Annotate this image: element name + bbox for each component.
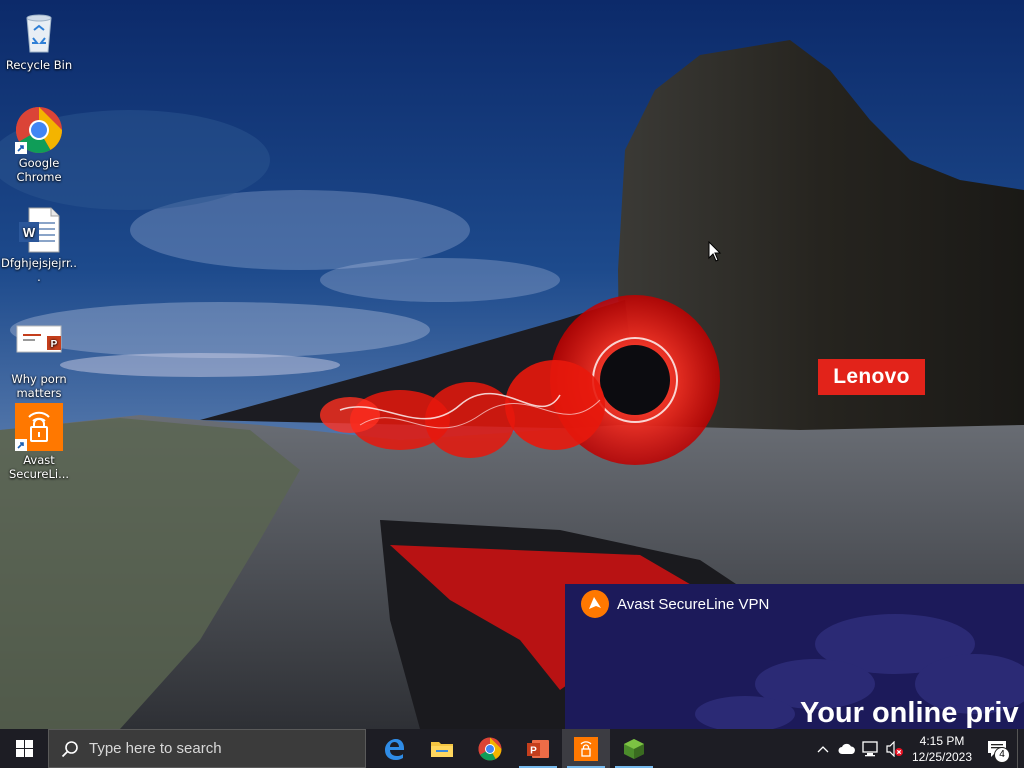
tray-onedrive[interactable] [835,729,859,768]
svg-text:P: P [530,745,537,756]
tray-network[interactable] [859,729,883,768]
system-tray: 4:15 PM 12/25/2023 4 [811,729,1024,768]
desktop-icon-google-chrome[interactable]: Google Chrome [0,106,78,184]
desktop: Recycle Bin Google Chrome W Dfghjejsjejr… [0,0,1024,768]
desktop-icon-label: Recycle Bin [5,58,73,72]
taskbar-clock[interactable]: 4:15 PM 12/25/2023 [907,729,977,768]
word-document-icon: W [15,206,63,254]
edge-icon [385,738,404,760]
taskbar-app-minecraft[interactable] [610,729,658,768]
powerpoint-document-icon: P [15,322,63,370]
taskbar: P [0,729,1024,768]
powerpoint-icon: P [527,739,549,758]
desktop-icon-avast-secureline[interactable]: Avast SecureLi... [0,403,78,481]
svg-text:P: P [51,339,58,350]
svg-text:W: W [23,225,36,240]
taskbar-spacer [658,729,811,768]
tray-volume[interactable] [883,729,907,768]
desktop-icon-word-document[interactable]: W Dfghjejsjejrr... [0,206,78,284]
avast-secureline-icon [574,736,598,761]
taskbar-app-powerpoint[interactable]: P [514,729,562,768]
desktop-icon-label: Why porn matters [11,372,67,400]
chevron-up-icon [817,745,829,752]
desktop-icon-label: Google Chrome [16,156,62,184]
volume-muted-icon [886,740,903,757]
vpn-headline: Your online priv [800,697,1019,729]
taskbar-search-box[interactable] [48,729,366,768]
green-cube-icon [624,738,644,759]
windows-logo-icon [15,740,33,757]
taskbar-app-file-explorer[interactable] [418,729,466,768]
taskbar-app-edge[interactable] [370,729,418,768]
avast-logo-icon [581,590,609,618]
desktop-icon-label: Avast SecureLi... [8,453,70,481]
taskbar-app-avast-secureline[interactable] [562,729,610,768]
chrome-icon [15,106,63,154]
desktop-icon-recycle-bin[interactable]: Recycle Bin [0,8,78,72]
clock-time: 4:15 PM [919,733,965,748]
search-input[interactable] [89,740,339,757]
vpn-notification-popup[interactable]: Avast SecureLine VPN Your online priv [565,584,1024,729]
desktop-icon-label: Dfghjejsjejrr... [1,256,77,284]
taskbar-app-chrome[interactable] [466,729,514,768]
avast-secureline-icon [15,403,63,451]
lenovo-logo: Lenovo [818,359,925,395]
mouse-cursor-icon [708,241,722,262]
network-icon [862,740,878,756]
clock-date: 12/25/2023 [911,749,973,764]
search-icon [61,740,78,757]
vpn-app-name: Avast SecureLine VPN [617,595,770,613]
onedrive-cloud-icon [838,743,855,754]
shortcut-arrow-icon [15,142,27,154]
file-explorer-icon [431,741,453,757]
show-desktop-button[interactable] [1017,729,1024,768]
desktop-icon-powerpoint-document[interactable]: P Why porn matters [0,322,78,400]
shortcut-arrow-icon [15,439,27,451]
notification-count-badge: 4 [994,747,1010,763]
chrome-icon [478,737,502,760]
vpn-notification-header: Avast SecureLine VPN [581,590,770,618]
recycle-bin-icon [15,8,63,56]
action-center-button[interactable]: 4 [977,729,1017,768]
show-hidden-icons-button[interactable] [811,729,835,768]
start-button[interactable] [0,729,48,768]
